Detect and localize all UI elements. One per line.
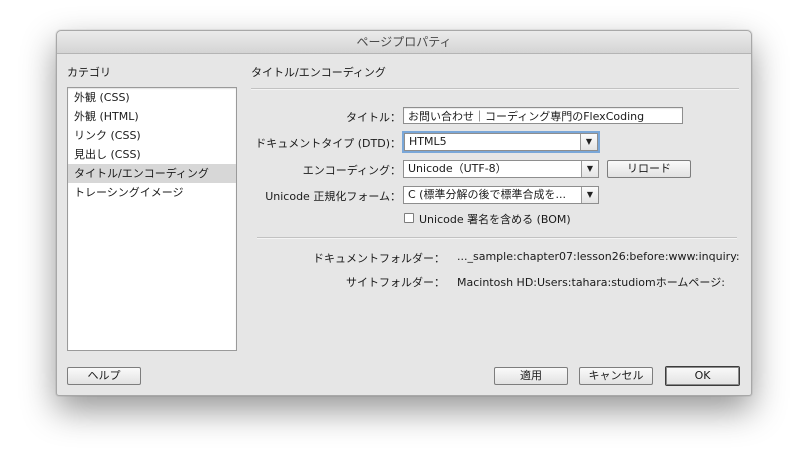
encoding-select[interactable]: Unicode（UTF-8） ▼ <box>403 160 599 178</box>
category-list: 外観 (CSS) 外観 (HTML) リンク (CSS) 見出し (CSS) タ… <box>67 87 237 351</box>
reload-button[interactable]: リロード <box>607 160 691 178</box>
divider <box>257 237 737 239</box>
help-button[interactable]: ヘルプ <box>67 367 141 385</box>
site-folder-label: サイトフォルダー： <box>346 276 445 289</box>
doctype-select[interactable]: HTML5 ▼ <box>402 131 600 153</box>
bom-checkbox-label[interactable]: Unicode 署名を含める (BOM) <box>419 211 571 227</box>
divider <box>251 88 739 90</box>
category-item-tracing-image[interactable]: トレーシングイメージ <box>68 183 236 202</box>
page-properties-dialog: ページプロパティ カテゴリ 外観 (CSS) 外観 (HTML) リンク (CS… <box>56 30 752 396</box>
category-item-appearance-html[interactable]: 外観 (HTML) <box>68 107 236 126</box>
normalization-label: Unicode 正規化フォーム： <box>265 190 401 203</box>
dialog-title: ページプロパティ <box>57 31 751 54</box>
document-folder-label: ドキュメントフォルダー： <box>313 252 445 265</box>
category-item-title-encoding[interactable]: タイトル/エンコーディング <box>68 164 236 183</box>
category-item-headings-css[interactable]: 見出し (CSS) <box>68 145 236 164</box>
title-field[interactable]: お問い合わせ｜コーディング専門のFlexCoding <box>403 107 683 124</box>
normalization-select[interactable]: C (標準分解の後で標準合成を... ▼ <box>403 186 599 204</box>
site-folder-value: Macintosh HD:Users:tahara:studiomホームページ: <box>457 276 725 289</box>
category-item-links-css[interactable]: リンク (CSS) <box>68 126 236 145</box>
cancel-button[interactable]: キャンセル <box>579 367 653 385</box>
panel-title: タイトル/エンコーディング <box>251 66 386 79</box>
encoding-label: エンコーディング： <box>302 164 401 177</box>
title-label: タイトル： <box>346 111 401 124</box>
apply-button[interactable]: 適用 <box>494 367 568 385</box>
doctype-value: HTML5 <box>409 135 447 148</box>
doctype-label: ドキュメントタイプ (DTD)： <box>255 137 401 150</box>
category-heading: カテゴリ <box>67 66 111 79</box>
encoding-value: Unicode（UTF-8） <box>408 162 507 175</box>
chevron-down-icon: ▼ <box>581 161 598 177</box>
ok-button[interactable]: OK <box>665 366 740 386</box>
chevron-down-icon: ▼ <box>581 187 598 203</box>
category-item-appearance-css[interactable]: 外観 (CSS) <box>68 88 236 107</box>
chevron-down-icon: ▼ <box>580 134 597 150</box>
document-folder-value: ..._sample:chapter07:lesson26:before:www… <box>457 250 740 263</box>
bom-checkbox[interactable] <box>404 213 414 223</box>
normalization-value: C (標準分解の後で標準合成を... <box>408 188 566 201</box>
